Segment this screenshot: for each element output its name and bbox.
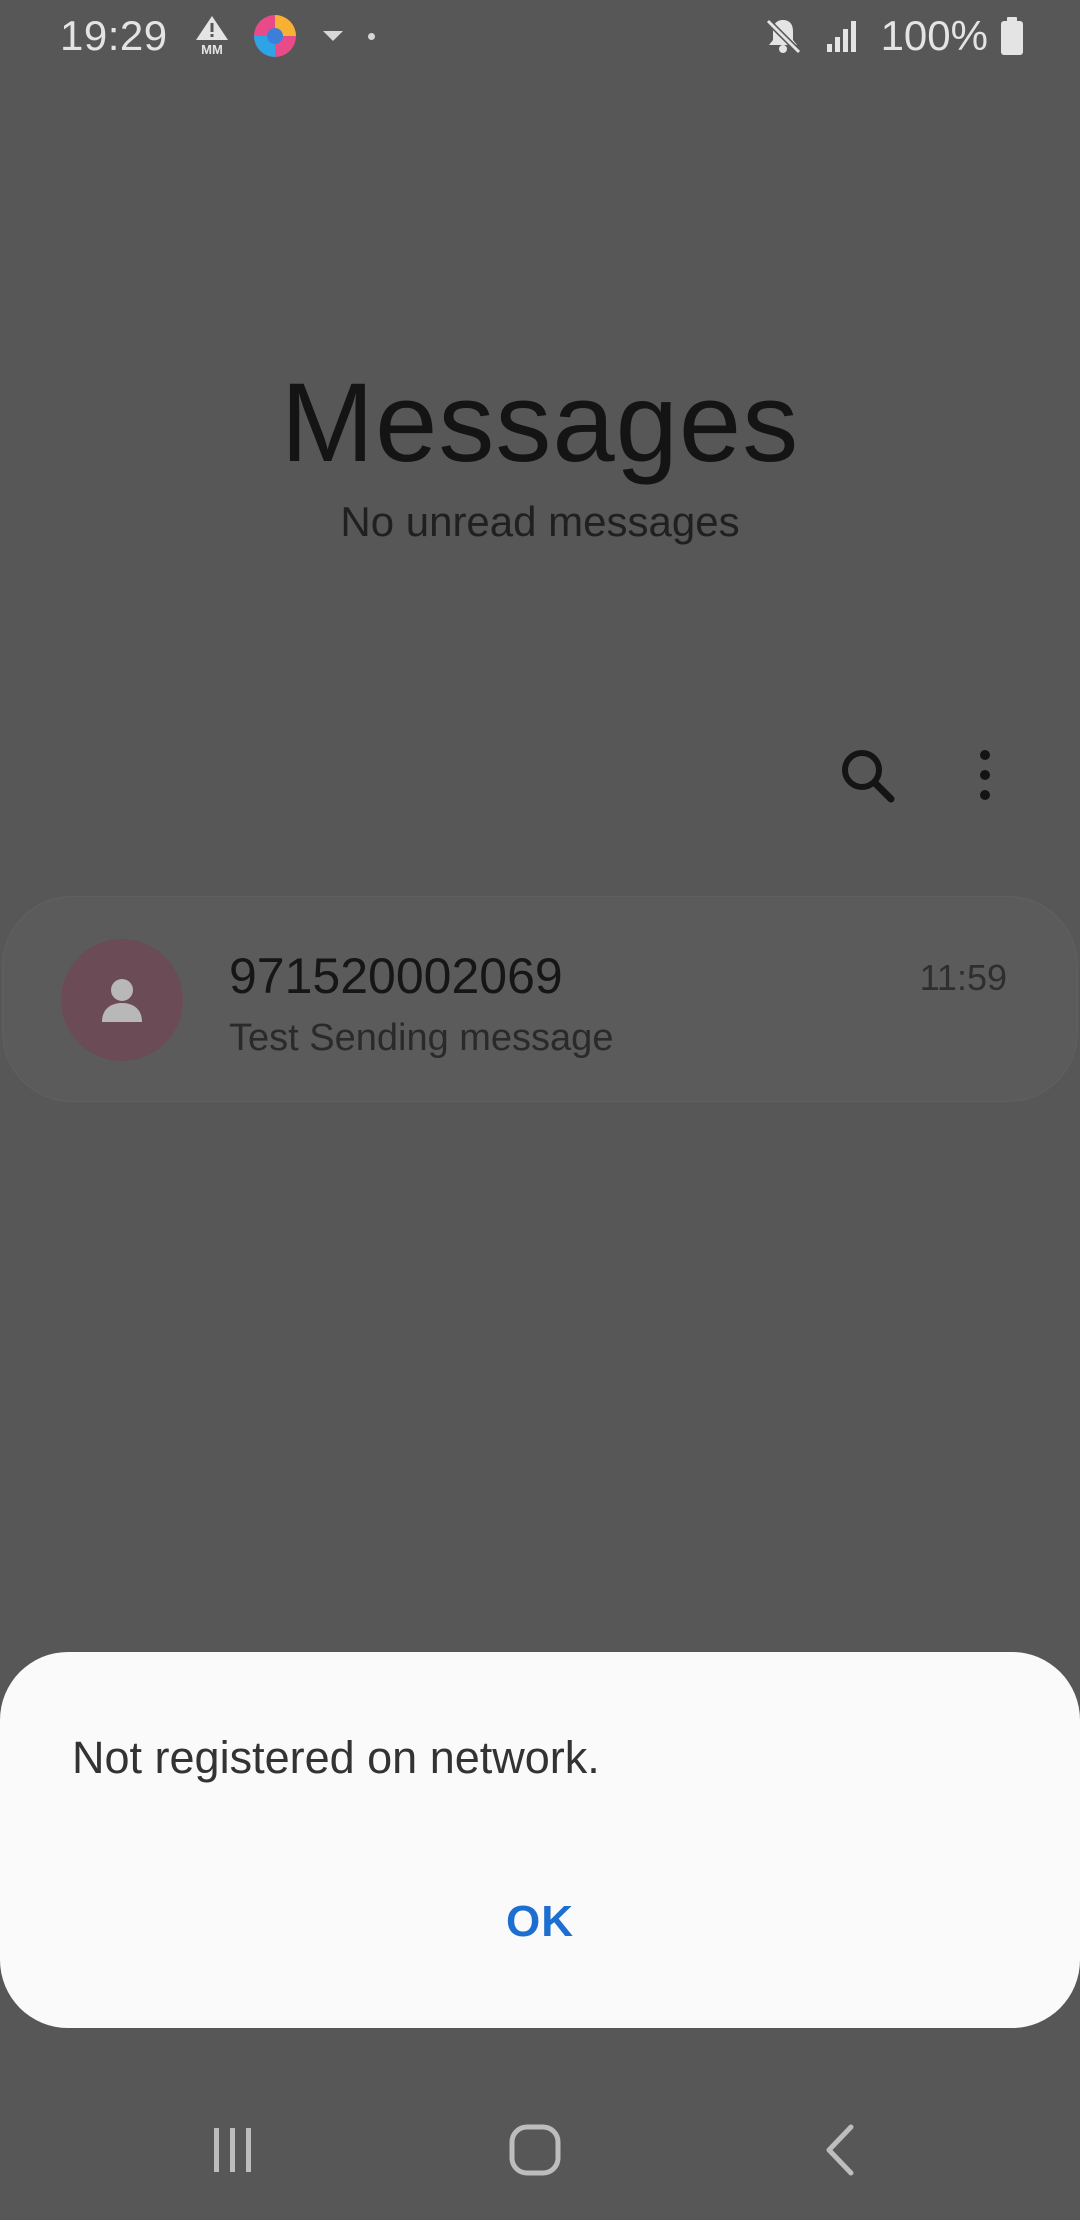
back-button[interactable] <box>784 2110 894 2190</box>
contact-person-icon <box>102 979 142 1022</box>
recents-icon <box>214 2128 251 2172</box>
conversation-preview: Test Sending message <box>229 1017 614 1059</box>
download-arrow-icon <box>320 26 346 46</box>
mute-icon <box>763 16 803 56</box>
status-right: 100% <box>763 12 1024 60</box>
warning-label: MM <box>201 42 223 57</box>
signal-icon <box>825 18 859 54</box>
recents-button[interactable] <box>178 2110 288 2190</box>
more-options-icon <box>980 750 990 800</box>
search-icon <box>842 750 895 803</box>
status-left: 19:29 MM <box>60 12 397 60</box>
status-time: 19:29 <box>60 12 168 59</box>
battery-percent: 100% <box>880 12 988 59</box>
search-button[interactable] <box>822 730 912 820</box>
home-icon <box>509 2124 561 2176</box>
network-error-dialog: Not registered on network. OK <box>0 1652 1080 2028</box>
dialog-message: Not registered on network. <box>72 1732 600 1783</box>
conversation-time: 11:59 <box>919 957 1007 998</box>
more-options-button[interactable] <box>940 730 1030 820</box>
status-bar: 19:29 MM 100% <box>0 0 1080 72</box>
home-button[interactable] <box>480 2110 590 2190</box>
back-icon <box>826 2124 854 2176</box>
battery-icon <box>1000 16 1024 56</box>
conversation-name: 971520002069 <box>229 948 563 1004</box>
conversation-item[interactable]: 971520002069 Test Sending message 11:59 <box>2 896 1078 1102</box>
page-title: Messages <box>280 360 800 485</box>
warning-icon: MM <box>194 14 230 58</box>
dot-icon <box>367 32 375 40</box>
avatar <box>61 939 183 1061</box>
ok-button[interactable]: OK <box>440 1882 640 1962</box>
browser-app-icon <box>252 13 298 59</box>
page-subtitle: No unread messages <box>340 498 740 545</box>
